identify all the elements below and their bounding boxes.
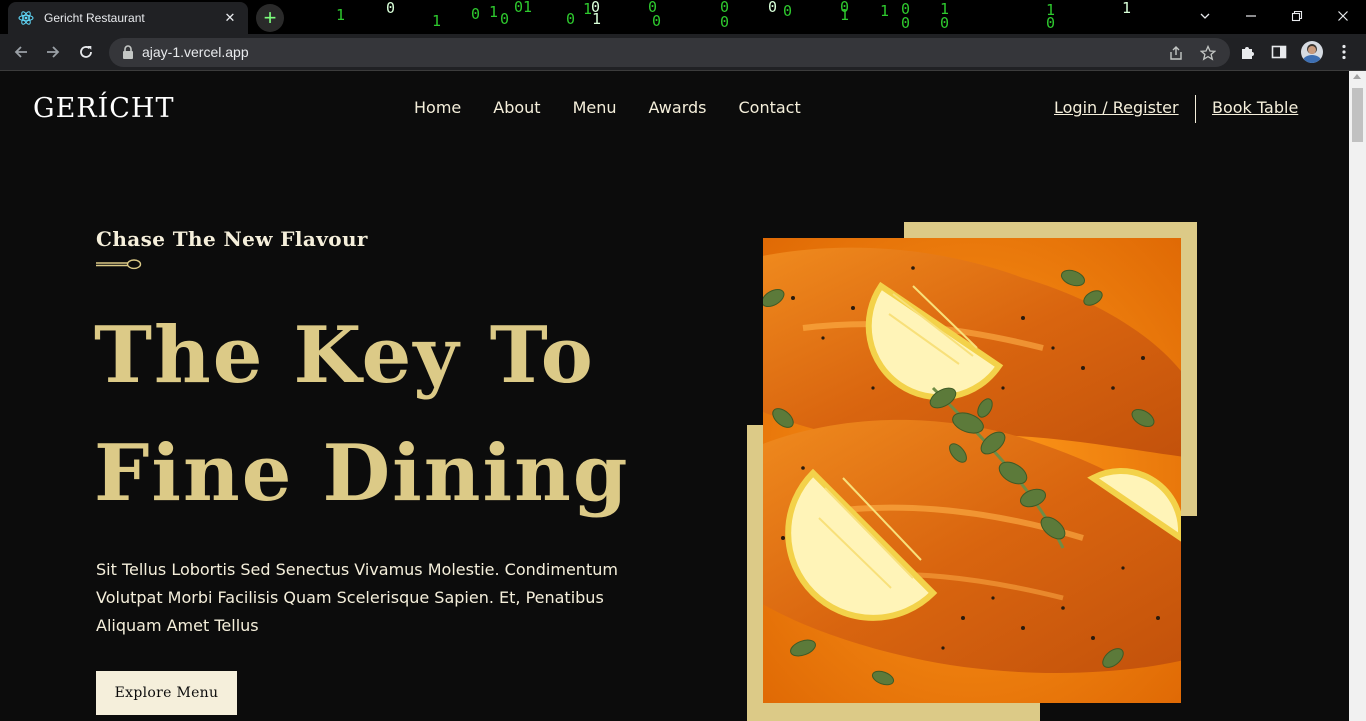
main-navigation: Home About Menu Awards Contact xyxy=(414,98,833,117)
minimize-window-icon[interactable] xyxy=(1237,6,1265,26)
nav-link-about[interactable]: About xyxy=(493,98,540,117)
back-arrow-icon[interactable] xyxy=(9,40,33,64)
close-tab-icon[interactable]: ✕ xyxy=(222,10,238,26)
react-favicon-icon xyxy=(18,10,34,26)
tab-title: Gericht Restaurant xyxy=(44,11,145,25)
hero-subtitle: Chase The New Flavour xyxy=(96,227,368,251)
nav-link-awards[interactable]: Awards xyxy=(649,98,707,117)
nav-divider xyxy=(1195,95,1196,123)
url-text[interactable]: ajay-1.vercel.app xyxy=(142,38,249,67)
side-panel-icon[interactable] xyxy=(1268,41,1290,63)
headline-line-2: Fine Dining xyxy=(94,428,630,519)
nav-link-contact[interactable]: Contact xyxy=(738,98,800,117)
lock-icon[interactable] xyxy=(121,45,135,60)
forward-arrow-icon[interactable] xyxy=(41,40,65,64)
book-table-link[interactable]: Book Table xyxy=(1212,98,1298,117)
hero-headline: The Key To Fine Dining xyxy=(94,297,629,533)
browser-toolbar: ajay-1.vercel.app xyxy=(0,34,1366,71)
restore-window-icon[interactable] xyxy=(1283,6,1311,26)
gericht-landing-page: GERÍCHT Home About Menu Awards Contact L… xyxy=(0,71,1349,721)
extensions-puzzle-icon[interactable] xyxy=(1237,41,1259,63)
site-logo[interactable]: GERÍCHT xyxy=(33,93,175,124)
page-scrollbar[interactable] xyxy=(1349,71,1366,721)
scrollbar-thumb[interactable] xyxy=(1352,88,1363,142)
scroll-up-arrow-icon[interactable] xyxy=(1353,74,1361,79)
close-window-icon[interactable] xyxy=(1329,6,1357,26)
explore-menu-button[interactable]: Explore Menu xyxy=(96,671,237,715)
active-tab[interactable]: Gericht Restaurant ✕ xyxy=(8,2,248,34)
headline-line-1: The Key To xyxy=(94,310,595,401)
nav-link-menu[interactable]: Menu xyxy=(573,98,617,117)
kebab-menu-icon[interactable] xyxy=(1333,41,1355,63)
bookmark-star-icon[interactable] xyxy=(1198,43,1218,63)
share-icon[interactable] xyxy=(1166,43,1186,63)
login-register-link[interactable]: Login / Register xyxy=(1054,98,1179,117)
hero-description: Sit Tellus Lobortis Sed Senectus Vivamus… xyxy=(96,560,618,635)
new-tab-button[interactable]: + xyxy=(256,4,284,32)
address-bar[interactable]: ajay-1.vercel.app xyxy=(109,38,1230,67)
browser-tab-strip: 1 0 1 0 1 0 01 0 1 0 1 0 0 0 0 0 0 0 1 1… xyxy=(0,0,1366,34)
reload-icon[interactable] xyxy=(74,40,98,64)
profile-avatar[interactable] xyxy=(1301,41,1323,63)
spoon-divider-icon xyxy=(96,259,142,270)
nav-link-home[interactable]: Home xyxy=(414,98,461,117)
tab-search-chevron-icon[interactable] xyxy=(1191,6,1219,26)
hero-food-image xyxy=(763,238,1181,703)
